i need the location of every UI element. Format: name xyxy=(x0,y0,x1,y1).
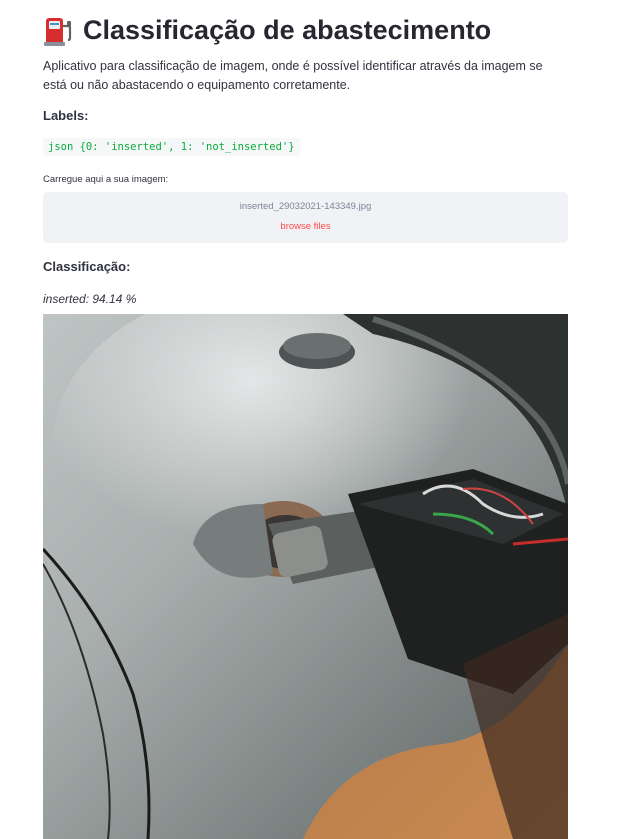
uploader-label: Carregue aqui a sua imagem: xyxy=(43,174,169,185)
app-description: Aplicativo para classificação de imagem,… xyxy=(43,59,543,92)
app-page: Classificação de abastecimento Aplicativ… xyxy=(0,0,626,839)
labels-code-block: json {0: 'inserted', 1: 'not_inserted'} xyxy=(43,138,300,156)
classification-result: inserted: 94.14 % xyxy=(43,292,137,306)
title-row: Classificação de abastecimento xyxy=(43,12,568,48)
uploaded-image xyxy=(43,314,568,839)
main-content: Classificação de abastecimento Aplicativ… xyxy=(43,0,568,306)
uploaded-file-name: inserted_29032021-143349.jpg xyxy=(239,201,372,212)
labels-heading: Labels: xyxy=(43,108,89,123)
file-uploader-dropzone[interactable]: inserted_29032021-143349.jpg browse file… xyxy=(43,192,568,243)
fuel-pump-icon xyxy=(43,14,73,46)
page-title: Classificação de abastecimento xyxy=(83,15,492,45)
browse-files-button[interactable]: browse files xyxy=(43,221,568,232)
classification-heading: Classificação: xyxy=(43,259,131,274)
